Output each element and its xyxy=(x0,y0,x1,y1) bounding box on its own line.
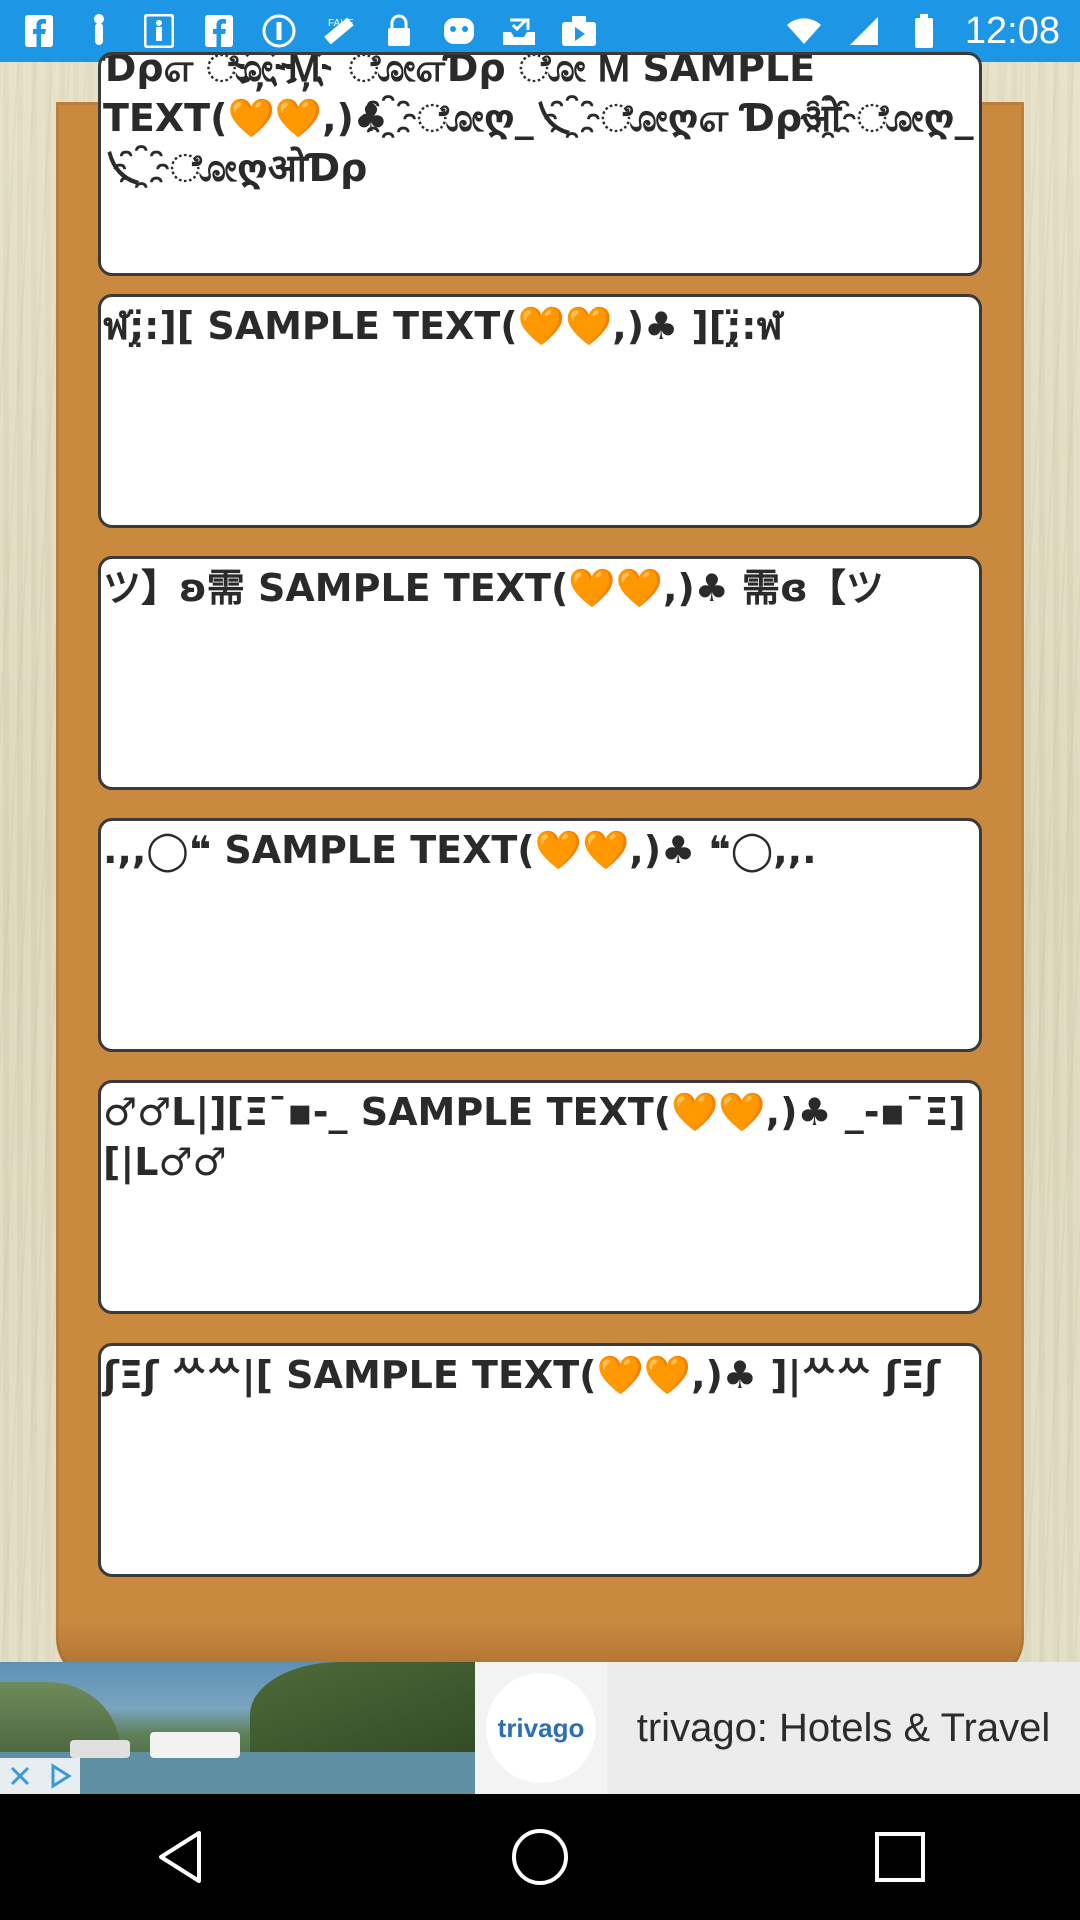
close-icon[interactable] xyxy=(0,1758,40,1794)
ad-title[interactable]: trivago: Hotels & Travel xyxy=(607,1662,1080,1794)
back-button[interactable] xyxy=(135,1812,225,1902)
home-button[interactable] xyxy=(495,1812,585,1902)
styled-text-card[interactable]: ツ】ʚ需 SAMPLE TEXT(🧡🧡,)♣ 需ɞ【ツ xyxy=(98,556,982,790)
ad-controls xyxy=(0,1758,80,1794)
styled-text-card[interactable]: ฬ;̤̈:][ SAMPLE TEXT(🧡🧡,)♣ ][;̤̈:ฬ xyxy=(98,294,982,528)
ad-banner[interactable]: trivago trivago: Hotels & Travel xyxy=(0,1662,1080,1794)
battery-icon xyxy=(905,12,943,50)
trivago-logo: trivago xyxy=(486,1673,596,1783)
recents-icon xyxy=(875,1832,925,1882)
navigation-bar xyxy=(0,1794,1080,1920)
facebook-icon xyxy=(20,12,58,50)
lock-icon xyxy=(380,12,418,50)
touch-icon xyxy=(80,12,118,50)
video-icon xyxy=(560,12,598,50)
styled-text: ツ】ʚ需 SAMPLE TEXT(🧡🧡,)♣ 需ɞ【ツ xyxy=(103,566,884,610)
styled-text-card[interactable]: Ɗρஎ ೋ҉Ꮇ҉ ೋஎƊρ ೋ Ꮇ SAMPLE TEXT(🧡🧡,)♣ ҈ೋღ_… xyxy=(98,52,982,276)
wifi-icon xyxy=(785,12,823,50)
emoji-icon xyxy=(440,12,478,50)
styled-text: .,,◯❝ SAMPLE TEXT(🧡🧡,)♣ ❝◯,,. xyxy=(103,828,817,872)
info-icon xyxy=(260,12,298,50)
status-right: 12:08 xyxy=(785,10,1060,53)
styled-text: ♂♂L|][Ξ¯▪-_ SAMPLE TEXT(🧡🧡,)♣ _-▪¯Ξ][|L♂… xyxy=(103,1090,966,1184)
app-background: Ɗρஎ ೋ҉Ꮇ҉ ೋஎƊρ ೋ Ꮇ SAMPLE TEXT(🧡🧡,)♣ ҈ೋღ_… xyxy=(0,52,1080,1682)
styled-text: Ɗρஎ ೋ҉Ꮇ҉ ೋஎƊρ ೋ Ꮇ SAMPLE TEXT(🧡🧡,)♣ ҈ೋღ_… xyxy=(103,52,974,190)
accessibility-icon xyxy=(140,12,178,50)
satellite-icon: FAKE xyxy=(320,12,358,50)
styled-text-card[interactable]: ʃΞʃ ᄊᄊ|[ SAMPLE TEXT(🧡🧡,)♣ ]|ᄊᄊ ʃΞʃ xyxy=(98,1343,982,1577)
adchoices-icon[interactable] xyxy=(40,1758,80,1794)
ad-logo-container[interactable]: trivago xyxy=(475,1662,607,1794)
notification-icons: FAKE xyxy=(20,12,598,50)
fake-label: FAKE xyxy=(328,18,354,29)
back-icon xyxy=(159,1831,201,1883)
checkmark-tray-icon xyxy=(500,12,538,50)
styled-text: ฬ;̤̈:][ SAMPLE TEXT(🧡🧡,)♣ ][;̤̈:ฬ xyxy=(103,304,783,348)
home-icon xyxy=(512,1829,568,1885)
styled-text-card[interactable]: .,,◯❝ SAMPLE TEXT(🧡🧡,)♣ ❝◯,,. xyxy=(98,818,982,1052)
recents-button[interactable] xyxy=(855,1812,945,1902)
app-screen: FAKE 12:08 Ɗρஎ ೋ҉Ꮇ҉ ೋஎƊρ ೋ Ꮇ SAMPLE TEXT… xyxy=(0,0,1080,1920)
signal-icon xyxy=(845,12,883,50)
styled-text-card[interactable]: ♂♂L|][Ξ¯▪-_ SAMPLE TEXT(🧡🧡,)♣ _-▪¯Ξ][|L♂… xyxy=(98,1080,982,1314)
clock: 12:08 xyxy=(964,9,1060,52)
facebook-icon xyxy=(200,12,238,50)
styled-text: ʃΞʃ ᄊᄊ|[ SAMPLE TEXT(🧡🧡,)♣ ]|ᄊᄊ ʃΞʃ xyxy=(103,1353,941,1397)
